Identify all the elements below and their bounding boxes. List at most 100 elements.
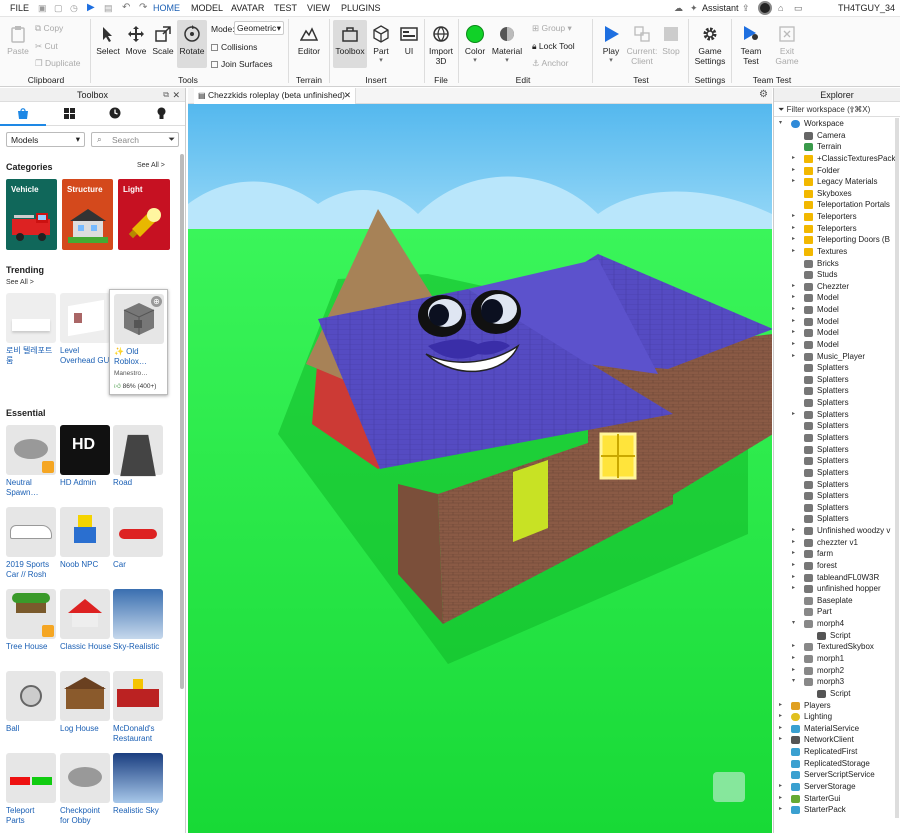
essential-item[interactable]: Car xyxy=(113,507,165,579)
duplicate-button[interactable]: ❐ Duplicate xyxy=(35,58,80,69)
expand-arrow-icon[interactable]: ▸ xyxy=(792,292,795,304)
explorer-row[interactable]: ▸ Legacy Materials xyxy=(774,176,895,188)
cloud-icon[interactable]: ☁ xyxy=(674,3,683,14)
terrain-editor-button[interactable]: Editor xyxy=(294,25,324,56)
expand-arrow-icon[interactable]: ▸ xyxy=(792,572,795,584)
redo-icon[interactable]: ↷ xyxy=(139,2,147,13)
expand-arrow-icon[interactable]: ▸ xyxy=(779,793,782,805)
toolbox-button[interactable]: Toolbox xyxy=(334,25,366,56)
explorer-row[interactable]: ▸ Model xyxy=(774,327,895,339)
expand-arrow-icon[interactable]: ▸ xyxy=(779,781,782,793)
place-tab[interactable]: ▤ Chezzkids roleplay (beta unfinished) ✕ xyxy=(194,88,356,104)
new-icon[interactable]: ▢ xyxy=(54,3,63,14)
explorer-row[interactable]: ▸ ServerStorage xyxy=(774,781,895,793)
play-icon[interactable]: ▶ xyxy=(87,2,95,13)
save-icon[interactable]: ▣ xyxy=(38,3,47,14)
explorer-row[interactable]: ▸ MaterialService xyxy=(774,723,895,735)
expand-arrow-icon[interactable]: ▾ xyxy=(792,618,795,630)
explorer-row[interactable]: Splatters xyxy=(774,397,895,409)
expand-arrow-icon[interactable]: ▸ xyxy=(779,734,782,746)
part-button[interactable]: Part ▾ xyxy=(369,25,393,64)
join-surfaces-checkbox[interactable] xyxy=(211,61,218,69)
expand-arrow-icon[interactable]: ▸ xyxy=(792,525,795,537)
explorer-row[interactable]: ▸ +ClassicTexturesPack xyxy=(774,153,895,165)
tab-plugins[interactable]: PLUGINS xyxy=(341,3,381,13)
essential-item[interactable]: Realistic Sky xyxy=(113,753,165,825)
expand-arrow-icon[interactable]: ▸ xyxy=(792,165,795,177)
tab-recent[interactable] xyxy=(92,102,138,126)
3d-scene[interactable] xyxy=(188,104,772,833)
move-button[interactable]: Move xyxy=(123,25,149,56)
select-button[interactable]: Select xyxy=(95,25,121,56)
expand-arrow-icon[interactable]: ▸ xyxy=(792,211,795,223)
explorer-row[interactable]: Skyboxes xyxy=(774,188,895,200)
expand-arrow-icon[interactable]: ▸ xyxy=(792,560,795,572)
notifications-icon[interactable]: ⌂ xyxy=(778,3,783,13)
item-creator[interactable]: Manestro… xyxy=(114,370,148,377)
color-button[interactable]: Color ▾ xyxy=(462,25,488,64)
close-icon[interactable]: ✕ xyxy=(172,88,180,102)
tab-creations[interactable] xyxy=(138,102,184,126)
explorer-row[interactable]: ▸ Chezzter xyxy=(774,281,895,293)
expand-arrow-icon[interactable]: ▸ xyxy=(792,665,795,677)
category-structure[interactable]: Structure xyxy=(62,179,113,250)
explorer-row[interactable]: ▸ Unfinished woodzy v xyxy=(774,525,895,537)
explorer-row[interactable]: Splatters xyxy=(774,467,895,479)
trending-item-hovered[interactable]: ⊕ ✨ Old Roblox… Manestro… 👍︎ 86% (400+) xyxy=(109,289,168,395)
explorer-row[interactable]: Part xyxy=(774,606,895,618)
essential-item[interactable]: Checkpoint for Obby xyxy=(60,753,112,825)
expand-arrow-icon[interactable]: ▸ xyxy=(792,537,795,549)
tab-home[interactable]: HOME xyxy=(153,3,180,13)
categories-see-all[interactable]: See All > xyxy=(137,162,165,169)
explorer-row[interactable]: ReplicatedFirst xyxy=(774,746,895,758)
close-icon[interactable]: ✕ xyxy=(344,88,351,103)
play-button[interactable]: Play ▾ xyxy=(598,25,624,64)
explorer-row[interactable]: ▸ Model xyxy=(774,339,895,351)
explorer-row[interactable]: Bricks xyxy=(774,258,895,270)
zoom-icon[interactable]: ⊕ xyxy=(151,296,162,307)
expand-arrow-icon[interactable]: ▸ xyxy=(792,153,795,165)
explorer-row[interactable]: ReplicatedStorage xyxy=(774,758,895,770)
explorer-row[interactable]: ▸ NetworkClient xyxy=(774,734,895,746)
undo-icon[interactable]: ↶ xyxy=(122,2,130,13)
explorer-row[interactable]: ▸ forest xyxy=(774,560,895,572)
explorer-row[interactable]: Splatters xyxy=(774,444,895,456)
avatar[interactable] xyxy=(758,1,772,15)
expand-arrow-icon[interactable]: ▸ xyxy=(792,281,795,293)
collisions-checkbox[interactable] xyxy=(211,44,218,52)
expand-arrow-icon[interactable]: ▸ xyxy=(792,351,795,363)
explorer-row[interactable]: Splatters xyxy=(774,432,895,444)
essential-item[interactable]: Ball xyxy=(6,671,58,743)
explorer-row[interactable]: Studs xyxy=(774,269,895,281)
expand-arrow-icon[interactable]: ▾ xyxy=(779,118,782,130)
category-dropdown[interactable]: Models ▾ xyxy=(6,132,85,147)
expand-arrow-icon[interactable]: ▸ xyxy=(779,804,782,816)
explorer-row[interactable]: Splatters xyxy=(774,385,895,397)
explorer-row[interactable]: ▸ TexturedSkybox xyxy=(774,641,895,653)
explorer-row[interactable]: Splatters xyxy=(774,502,895,514)
explorer-row[interactable]: Baseplate xyxy=(774,595,895,607)
group-button[interactable]: ⊞ Group ▾ xyxy=(532,23,572,34)
expand-arrow-icon[interactable]: ▸ xyxy=(792,641,795,653)
import-3d-button[interactable]: Import 3D xyxy=(428,25,454,66)
menu-file[interactable]: FILE xyxy=(10,3,29,13)
view-cube-icon[interactable] xyxy=(713,772,745,802)
explorer-row[interactable]: ServerScriptService xyxy=(774,769,895,781)
essential-item[interactable]: Tree House xyxy=(6,589,58,661)
expand-arrow-icon[interactable]: ▸ xyxy=(792,548,795,560)
tab-model[interactable]: MODEL xyxy=(191,3,223,13)
essential-item[interactable]: Neutral Spawn… xyxy=(6,425,58,497)
expand-arrow-icon[interactable]: ▸ xyxy=(792,304,795,316)
essential-item[interactable]: McDonald's Restaurant xyxy=(113,671,165,743)
mode-dropdown[interactable]: Geometric ▾ xyxy=(234,21,284,35)
expand-arrow-icon[interactable]: ▸ xyxy=(792,234,795,246)
ui-button[interactable]: UI xyxy=(397,25,421,56)
expand-arrow-icon[interactable]: ▸ xyxy=(792,316,795,328)
explorer-row[interactable]: ▸ Players xyxy=(774,700,895,712)
explorer-row[interactable]: ▸ farm xyxy=(774,548,895,560)
explorer-row[interactable]: ▸ Model xyxy=(774,304,895,316)
category-vehicle[interactable]: Vehicle xyxy=(6,179,57,250)
explorer-row[interactable]: ▸ Folder xyxy=(774,165,895,177)
explorer-row[interactable]: Splatters xyxy=(774,490,895,502)
share-icon[interactable]: ⇪ xyxy=(742,3,750,14)
